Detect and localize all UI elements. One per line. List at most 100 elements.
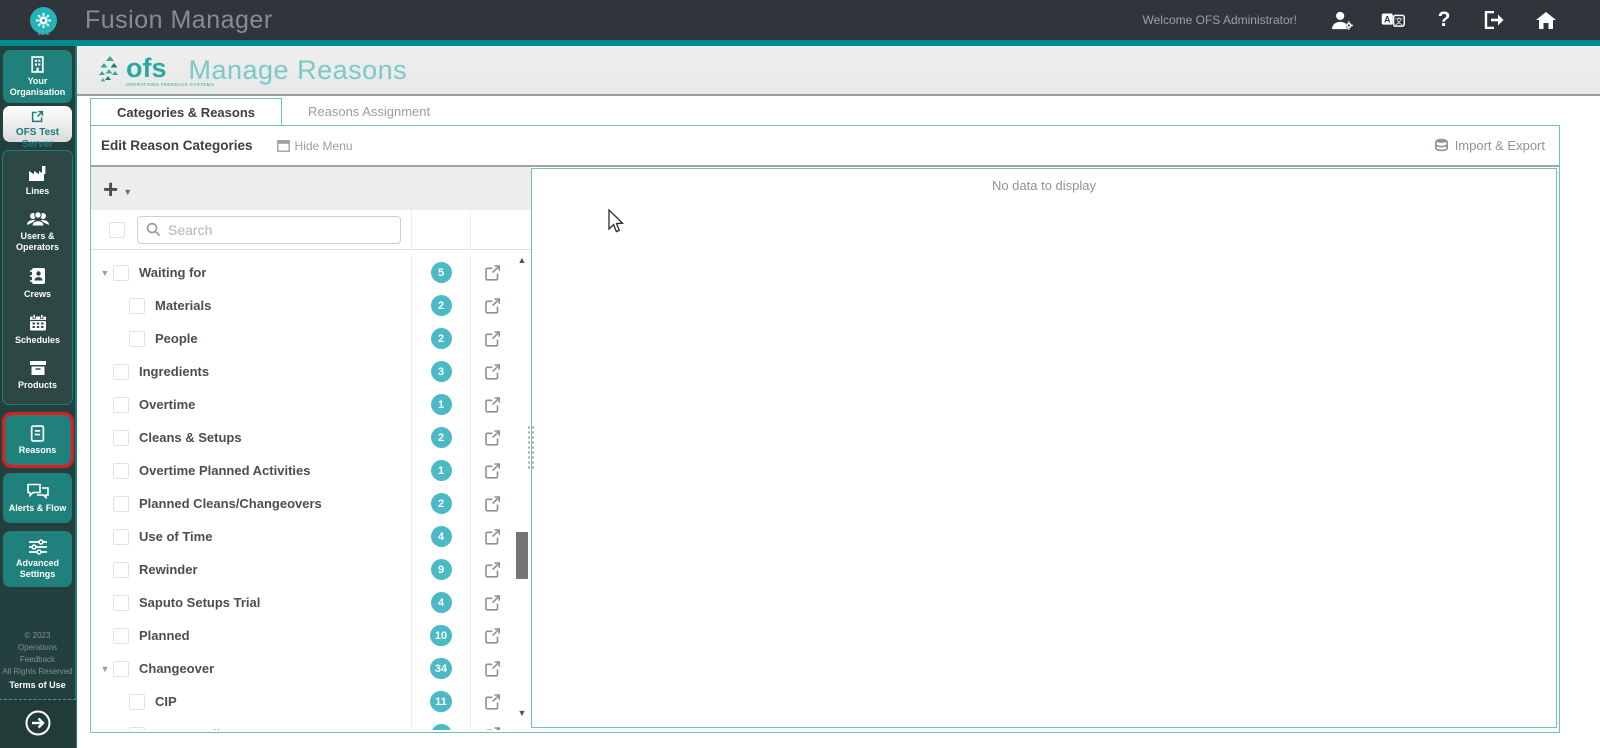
copyright-line: Operations Feedback: [17, 643, 58, 664]
edit-open-icon[interactable]: [484, 726, 501, 730]
tree-row: ▼ Ingredients 3: [91, 355, 531, 388]
edit-open-icon[interactable]: [484, 627, 501, 644]
edit-open-icon[interactable]: [484, 561, 501, 578]
tree-scrollbar[interactable]: ▲ ▼: [514, 255, 530, 728]
empty-state-message: No data to display: [991, 178, 1097, 193]
terms-of-use-link[interactable]: Terms of Use: [0, 679, 75, 691]
sidebar-item-reasons[interactable]: Reasons: [1, 412, 74, 468]
tab-reasons-assignment[interactable]: Reasons Assignment: [282, 98, 456, 125]
count-badge: 4: [430, 526, 452, 547]
search-input[interactable]: [168, 221, 392, 238]
edit-open-icon[interactable]: [484, 660, 501, 677]
expand-caret[interactable]: ▼: [97, 664, 113, 674]
row-label: Materials: [155, 298, 212, 313]
import-export-button[interactable]: Import & Export: [1434, 138, 1545, 153]
tree-row: ▼ Cleans & Setups 2: [91, 421, 531, 454]
edit-open-icon[interactable]: [484, 594, 501, 611]
sidebar-item-lines[interactable]: Lines: [3, 157, 72, 204]
row-checkbox[interactable]: [113, 495, 129, 512]
journal-icon: [30, 424, 45, 442]
edit-open-icon[interactable]: [484, 528, 501, 545]
sidebar-item-label: Users & Operators: [15, 231, 59, 252]
section-title: Edit Reason Categories: [101, 138, 253, 153]
sidebar-item-label: Schedules: [14, 335, 61, 345]
logout-icon[interactable]: [1483, 9, 1507, 31]
row-label: Overtime Planned Activities: [139, 463, 311, 478]
tree-row: ▼ People 2: [91, 322, 531, 355]
sidebar-item-label: Reasons: [18, 444, 57, 455]
row-checkbox[interactable]: [129, 693, 145, 710]
help-icon[interactable]: ?: [1432, 8, 1456, 31]
count-badge: [430, 724, 452, 730]
row-label: Saputo Setups Trial: [139, 595, 261, 610]
mouse-cursor-icon: [608, 209, 624, 233]
chevron-down-icon: ▼: [123, 186, 133, 197]
edit-open-icon[interactable]: [484, 330, 501, 347]
sidebar-item-label: Lines: [25, 186, 50, 196]
row-checkbox[interactable]: [113, 264, 129, 281]
sidebar-item-label: Advanced Settings: [15, 557, 59, 579]
page-header: ofs OPERATIONS FEEDBACK SYSTEMS Manage R…: [77, 46, 1600, 96]
sidebar-item-label: Crews: [23, 289, 51, 299]
edit-open-icon[interactable]: [484, 429, 501, 446]
row-checkbox[interactable]: [113, 561, 129, 578]
expand-caret[interactable]: ▼: [97, 268, 113, 278]
row-checkbox[interactable]: [129, 726, 145, 730]
row-checkbox[interactable]: [113, 594, 129, 611]
row-checkbox[interactable]: [113, 363, 129, 380]
row-checkbox[interactable]: [113, 429, 129, 446]
tree-row: ▼ CIP 11: [91, 685, 531, 718]
add-category-button[interactable]: + ▼: [103, 176, 133, 202]
sidebar: Your Organisation OFS Test Server Lines: [0, 46, 77, 748]
sidebar-item-ofs-test-server[interactable]: OFS Test Server: [3, 106, 72, 150]
edit-open-icon[interactable]: [484, 363, 501, 380]
edit-open-icon[interactable]: [484, 297, 501, 314]
row-checkbox[interactable]: [113, 627, 129, 644]
tree-row: ▼ Waiting for 5: [91, 256, 531, 289]
sidebar-item-your-organisation[interactable]: Your Organisation: [3, 50, 72, 103]
row-checkbox[interactable]: [129, 297, 145, 314]
svg-text:文: 文: [1395, 16, 1403, 26]
sidebar-collapse-button[interactable]: [0, 699, 76, 748]
row-checkbox[interactable]: [129, 330, 145, 347]
row-checkbox[interactable]: [113, 660, 129, 677]
sidebar-item-products[interactable]: Products: [3, 353, 72, 398]
home-icon[interactable]: [1534, 9, 1558, 31]
edit-open-icon[interactable]: [484, 264, 501, 281]
row-checkbox[interactable]: [113, 528, 129, 545]
edit-open-icon[interactable]: [484, 693, 501, 710]
sidebar-item-advanced-settings[interactable]: Advanced Settings: [3, 531, 72, 587]
row-checkbox[interactable]: [113, 462, 129, 479]
edit-open-icon[interactable]: [484, 495, 501, 512]
scroll-up-icon[interactable]: ▲: [514, 255, 530, 265]
count-badge: 10: [429, 625, 453, 646]
scrollbar-thumb[interactable]: [516, 532, 528, 579]
user-settings-icon[interactable]: [1330, 9, 1354, 31]
panel-resize-handle[interactable]: [527, 425, 535, 469]
chat-bubbles-icon: [26, 483, 49, 499]
factory-icon: [28, 166, 45, 181]
app-title: Fusion Manager: [85, 5, 273, 34]
row-checkbox[interactable]: [113, 396, 129, 413]
sidebar-item-users-operators[interactable]: Users & Operators: [3, 204, 72, 260]
scroll-down-icon[interactable]: ▼: [514, 708, 530, 718]
sidebar-item-schedules[interactable]: Schedules: [3, 307, 72, 353]
count-badge: 3: [430, 361, 452, 382]
row-label: Planned Cleans/Changeovers: [139, 496, 322, 511]
copyright-line: © 2023: [24, 631, 51, 640]
count-column-header: [411, 210, 470, 249]
sidebar-item-alerts-flow[interactable]: Alerts & Flow: [3, 473, 72, 523]
top-bar: 11.2 Fusion Manager Welcome OFS Administ…: [0, 0, 1600, 40]
sidebar-item-crews[interactable]: Crews: [3, 260, 72, 307]
translate-icon[interactable]: A 文: [1381, 9, 1405, 31]
tab-categories-reasons[interactable]: Categories & Reasons: [90, 98, 282, 125]
building-icon: [31, 55, 44, 73]
count-badge: 5: [430, 262, 452, 283]
row-label: Set Up Adjustment: [155, 727, 271, 730]
row-label: People: [155, 331, 198, 346]
edit-open-icon[interactable]: [484, 396, 501, 413]
edit-open-icon[interactable]: [484, 462, 501, 479]
select-all-checkbox[interactable]: [109, 221, 125, 238]
hide-menu-button[interactable]: Hide Menu: [276, 139, 353, 153]
count-badge: 9: [430, 559, 452, 580]
